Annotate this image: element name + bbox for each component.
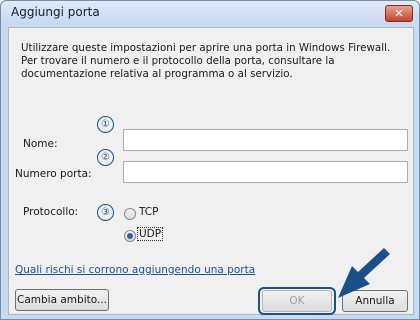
add-port-dialog: Aggiungi porta ✕ Utilizzare queste impos… <box>0 0 420 320</box>
arrow-pointer-icon <box>338 248 390 298</box>
close-button[interactable]: ✕ <box>385 5 413 22</box>
ok-button[interactable]: OK <box>262 290 332 312</box>
title-bar: Aggiungi porta ✕ <box>1 1 419 25</box>
port-number-input[interactable] <box>123 161 408 183</box>
tcp-radio-label[interactable]: TCP <box>139 206 158 218</box>
callout-2-icon: ② <box>97 149 114 166</box>
name-input[interactable] <box>123 129 408 151</box>
change-scope-button[interactable]: Cambia ambito... <box>15 289 109 311</box>
udp-radio-label[interactable]: UDP <box>137 227 164 241</box>
description-text: Utilizzare queste impostazioni per aprir… <box>21 42 391 80</box>
udp-radio[interactable] <box>124 230 136 242</box>
port-number-label: Numero porta: <box>15 168 92 180</box>
dialog-content: Utilizzare queste impostazioni per aprir… <box>8 27 414 315</box>
protocol-label: Protocollo: <box>23 206 79 218</box>
tcp-radio[interactable] <box>124 208 136 220</box>
callout-1-icon: ① <box>97 116 114 133</box>
callout-3-icon: ③ <box>97 204 114 221</box>
port-risks-link[interactable]: Quali rischi si corrono aggiungendo una … <box>15 264 255 276</box>
dialog-title: Aggiungi porta <box>11 5 100 19</box>
name-label: Nome: <box>23 138 58 150</box>
